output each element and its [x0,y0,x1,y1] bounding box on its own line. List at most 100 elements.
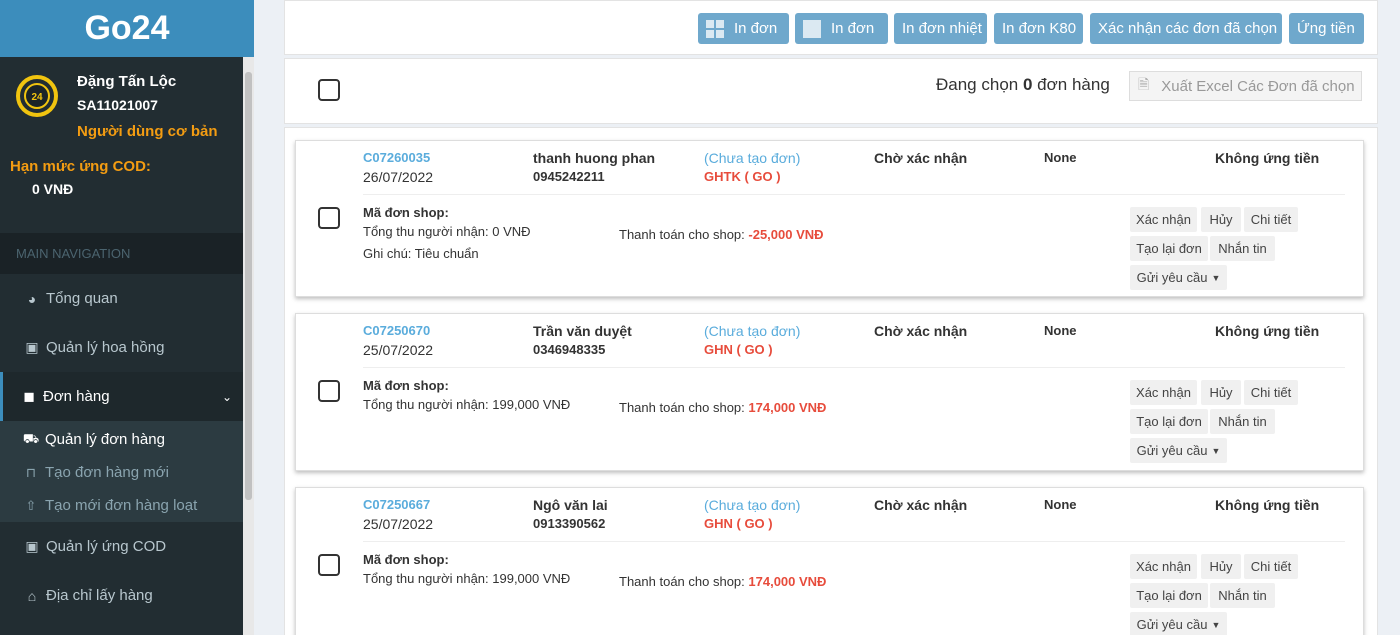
order-status: (Chưa tạo đơn) [704,150,801,166]
send-request-label: Gửi yêu cầu [1136,443,1208,458]
order-date: 25/07/2022 [363,342,434,358]
advance-status: Không ứng tiền [1215,150,1320,166]
send-request-label: Gửi yêu cầu [1136,617,1208,632]
order-checkbox[interactable] [318,207,340,229]
tachometer-icon: ◕ [27,290,37,307]
go24-logo-icon: 24 [16,75,58,117]
sidebar-item-commission[interactable]: ▣ Quản lý hoa hồng [0,323,254,372]
message-button[interactable]: Nhắn tin [1210,236,1275,261]
confirm-button[interactable]: Xác nhận [1130,207,1197,232]
extra-status: None [1044,323,1077,338]
message-button[interactable]: Nhắn tin [1210,583,1275,608]
cart-icon: ⊓ [25,464,37,480]
extra-status: None [1044,150,1077,165]
sidebar-item-label: Đơn hàng [43,388,110,405]
cancel-button[interactable]: Hủy [1201,380,1241,405]
caret-down-icon: ▼ [1211,445,1221,456]
user-role: Người dùng cơ bản [77,123,218,140]
cod-limit: Hạn mức ứng COD: 0 VNĐ [0,150,254,233]
order-note: Ghi chú: Tiêu chuẩn [363,246,479,261]
shop-code-label: Mã đơn shop: [363,552,449,567]
recreate-order-button[interactable]: Tạo lại đơn [1130,409,1208,434]
user-code: SA11021007 [77,97,158,113]
nav-header: MAIN NAVIGATION [0,233,254,274]
sidebar-subitem-new-order[interactable]: ⊓ Tạo đơn hàng mới [0,456,254,489]
send-request-dropdown[interactable]: Gửi yêu cầu ▼ [1130,612,1227,635]
print-grid-button[interactable]: In đơn [698,13,789,44]
chevron-down-icon: ⌄ [221,389,232,404]
sidebar-item-pickup-address[interactable]: ⌂ Địa chỉ lấy hàng [0,571,254,620]
order-list: C07260035 26/07/2022 thanh huong phan 09… [284,127,1378,635]
pay-to-shop-label: Thanh toán cho shop: [619,574,745,589]
receiver-total: Tổng thu người nhận: 199,000 VNĐ [363,571,571,586]
print-single-button[interactable]: In đơn [795,13,888,44]
selection-count: Đang chọn 0 đơn hàng [936,75,1110,95]
customer-phone: 0945242211 [533,169,605,184]
receiver-total: Tổng thu người nhận: 0 VNĐ [363,224,531,239]
confirm-button[interactable]: Xác nhận [1130,380,1197,405]
selection-suffix: đơn hàng [1037,75,1110,94]
sidebar-subitem-manage-orders[interactable]: ⛟ Quản lý đơn hàng [0,423,254,456]
send-request-dropdown[interactable]: Gửi yêu cầu ▼ [1130,438,1227,463]
pay-to-shop-amount: -25,000 VNĐ [748,227,824,242]
recreate-order-button[interactable]: Tạo lại đơn [1130,583,1208,608]
sidebar-item-label: Quản lý ứng COD [46,538,167,555]
svg-text:24: 24 [31,92,43,103]
send-request-dropdown[interactable]: Gửi yêu cầu ▼ [1130,265,1227,290]
recreate-order-button[interactable]: Tạo lại đơn [1130,236,1208,261]
divider [363,367,1345,368]
export-excel-button[interactable]: 🗎 Xuất Excel Các Đơn đã chọn [1129,71,1362,101]
order-card: C07260035 26/07/2022 thanh huong phan 09… [295,140,1364,297]
shop-code-label: Mã đơn shop: [363,205,449,220]
print-thermal-button[interactable]: In đơn nhiệt [894,13,987,44]
message-button[interactable]: Nhắn tin [1210,409,1275,434]
toolbar: In đơn In đơn In đơn nhiệt In đơn K80 Xá… [284,0,1378,55]
order-checkbox[interactable] [318,380,340,402]
app-logo[interactable]: Go24 [0,0,254,57]
order-status: (Chưa tạo đơn) [704,323,801,339]
user-name: Đặng Tấn Lộc [77,73,177,90]
order-checkbox[interactable] [318,554,340,576]
print-single-label: In đơn [831,20,875,37]
selection-bar: Đang chọn 0 đơn hàng 🗎 Xuất Excel Các Đơ… [284,58,1378,124]
main-content: In đơn In đơn In đơn nhiệt In đơn K80 Xá… [254,0,1400,635]
sidebar-item-cod[interactable]: ▣ Quản lý ứng COD [0,522,254,571]
upload-icon: ⇧ [25,497,37,513]
carrier-name: GHN ( GO ) [704,516,773,531]
detail-button[interactable]: Chi tiết [1244,554,1298,579]
print-grid-label: In đơn [734,20,778,37]
sidebar-scrollbar-thumb[interactable] [245,72,252,500]
send-request-label: Gửi yêu cầu [1136,270,1208,285]
advance-status: Không ứng tiền [1215,323,1320,339]
cancel-button[interactable]: Hủy [1201,207,1241,232]
order-date: 26/07/2022 [363,169,434,185]
detail-button[interactable]: Chi tiết [1244,380,1298,405]
sidebar-scrollbar[interactable] [243,57,254,635]
order-code-link[interactable]: C07250667 [363,497,430,512]
advance-status: Không ứng tiền [1215,497,1320,513]
order-code-link[interactable]: C07260035 [363,150,430,165]
order-code-link[interactable]: C07250670 [363,323,430,338]
cancel-button[interactable]: Hủy [1201,554,1241,579]
confirm-button[interactable]: Xác nhận [1130,554,1197,579]
sidebar-item-overview[interactable]: ◕ Tổng quan [0,274,254,323]
carrier-name: GHTK ( GO ) [704,169,781,184]
customer-name: thanh huong phan [533,150,656,166]
customer-name: Ngô văn lai [533,497,608,513]
print-k80-button[interactable]: In đơn K80 [994,13,1083,44]
detail-button[interactable]: Chi tiết [1244,207,1298,232]
sidebar-subitem-bulk-orders[interactable]: ⇧ Tạo mới đơn hàng loạt [0,489,254,522]
pay-to-shop-amount: 174,000 VNĐ [748,400,827,415]
advance-money-button[interactable]: Ứng tiền [1289,13,1364,44]
shopping-bag-icon: ◼ [23,388,35,404]
grid-icon [706,19,724,38]
order-date: 25/07/2022 [363,516,434,532]
confirm-status: Chờ xác nhận [874,150,968,166]
confirm-selected-button[interactable]: Xác nhận các đơn đã chọn [1090,13,1282,44]
pay-to-shop-amount: 174,000 VNĐ [748,574,827,589]
order-card: C07250667 25/07/2022 Ngô văn lai 0913390… [295,487,1364,635]
sidebar-item-orders[interactable]: ◼ Đơn hàng ⌄ [0,372,254,421]
order-status: (Chưa tạo đơn) [704,497,801,513]
sidebar-item-label: Quản lý hoa hồng [46,339,165,356]
select-all-checkbox[interactable] [318,79,340,101]
